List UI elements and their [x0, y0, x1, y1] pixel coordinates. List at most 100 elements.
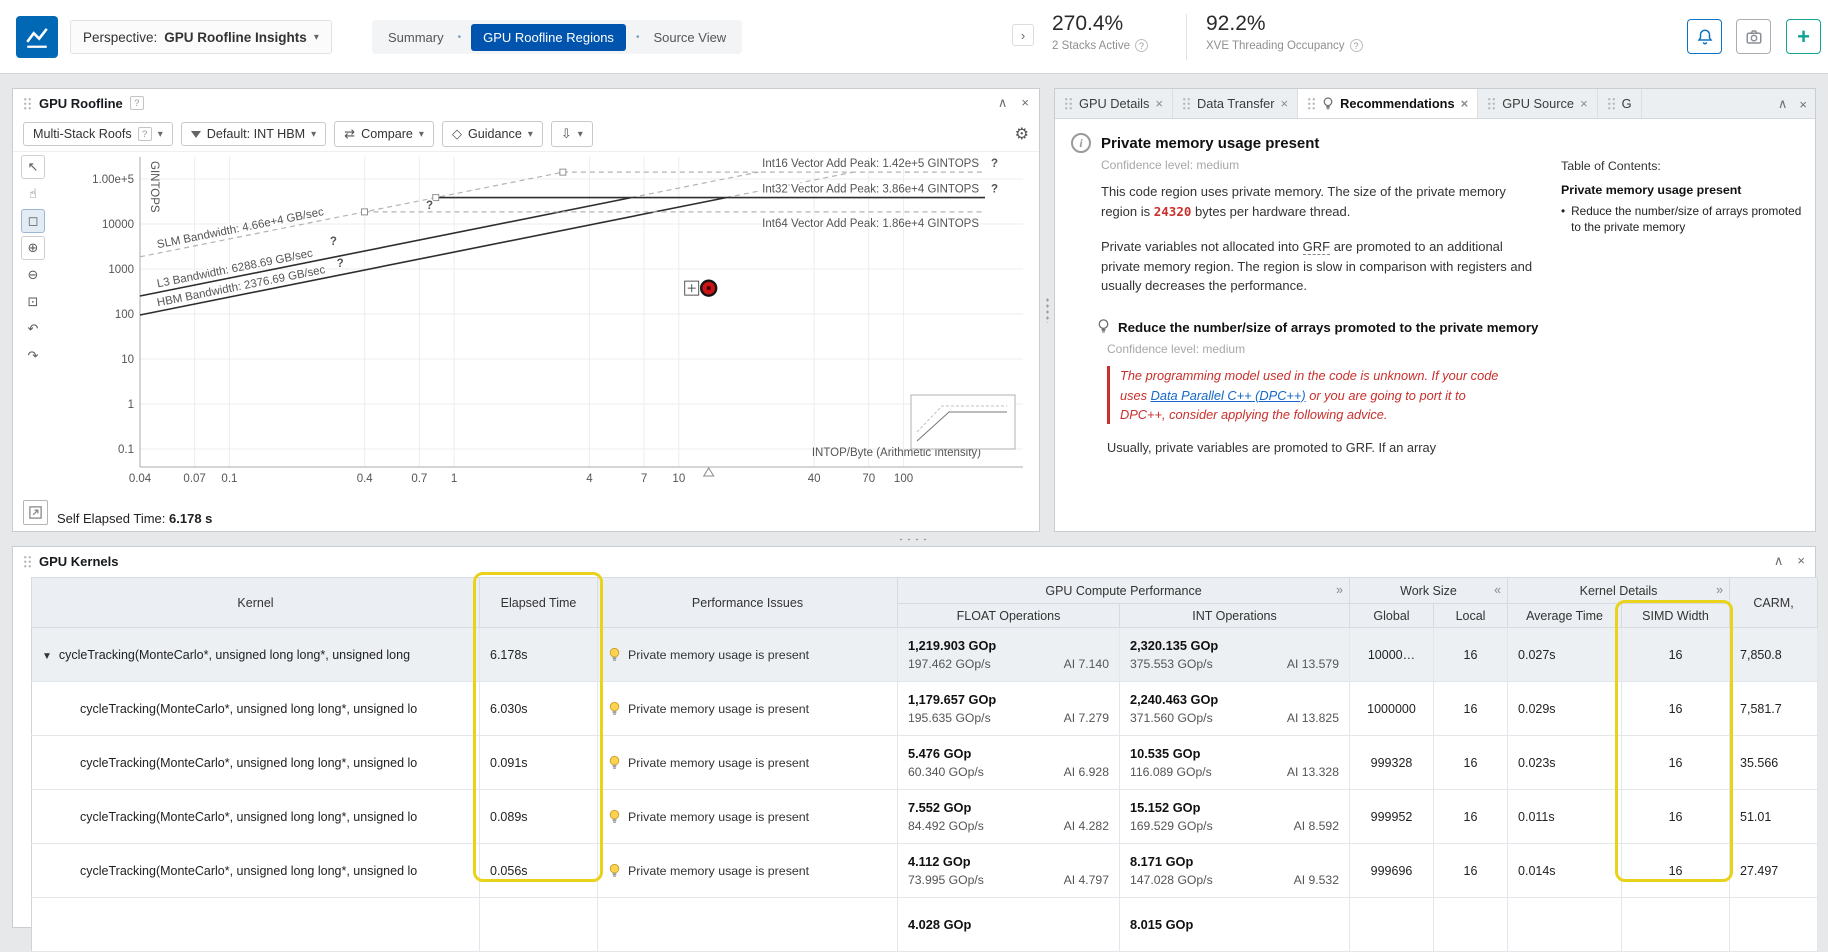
column-header-elapsed-time[interactable]: Elapsed Time — [480, 578, 598, 628]
tab-gpu-details[interactable]: GPU Details × — [1055, 89, 1173, 118]
column-header-simd-width[interactable]: SIMD Width — [1622, 604, 1730, 628]
cell-gcell[interactable]: 999328 — [1350, 736, 1434, 790]
zoom-in-icon[interactable]: ⊕ — [21, 236, 45, 260]
kernel-row[interactable]: cycleTracking(MonteCarlo*, unsigned long… — [32, 682, 1818, 736]
drag-handle-icon[interactable] — [23, 97, 32, 110]
kernel-row[interactable]: cycleTracking(MonteCarlo*, unsigned long… — [32, 844, 1818, 898]
cell-fcell[interactable]: 4.112 GOp73.995 GOp/sAI 4.797 — [898, 844, 1120, 898]
cell-lcell[interactable]: 16 — [1434, 844, 1508, 898]
help-icon[interactable]: ? — [130, 96, 144, 110]
cell-acell[interactable]: 0.023s — [1508, 736, 1622, 790]
cell-ccell[interactable]: 7,581.7 — [1730, 682, 1818, 736]
cell-ncell[interactable]: 2,320.135 GOp375.553 GOp/sAI 13.579 — [1120, 628, 1350, 682]
notifications-button[interactable] — [1687, 19, 1722, 54]
cell-gcell[interactable]: 10000… — [1350, 628, 1434, 682]
cell-gcell[interactable]: 1000000 — [1350, 682, 1434, 736]
help-icon[interactable]: ? — [1350, 39, 1363, 52]
zoom-out-icon[interactable]: ⊖ — [21, 263, 45, 287]
cell-scell[interactable]: 16 — [1622, 790, 1730, 844]
cell-fcell[interactable]: 1,179.657 GOp195.635 GOp/sAI 7.279 — [898, 682, 1120, 736]
compare-dropdown[interactable]: ⇄ Compare ▾ — [334, 121, 434, 147]
column-header-average-time[interactable]: Average Time — [1508, 604, 1622, 628]
cell-ecell[interactable] — [480, 898, 598, 952]
toc-link[interactable]: Private memory usage present — [1561, 183, 1805, 197]
column-header-int-operations[interactable]: INT Operations — [1120, 604, 1350, 628]
cell-icell[interactable]: Private memory usage is present — [598, 844, 898, 898]
kernel-row[interactable]: cycleTracking(MonteCarlo*, unsigned long… — [32, 736, 1818, 790]
cell-ccell[interactable]: 35.566 — [1730, 736, 1818, 790]
column-header-float-operations[interactable]: FLOAT Operations — [898, 604, 1120, 628]
multi-stack-roofs-dropdown[interactable]: Multi-Stack Roofs ? ▾ — [23, 122, 173, 146]
cell-lcell[interactable]: 16 — [1434, 790, 1508, 844]
cell-acell[interactable]: 0.011s — [1508, 790, 1622, 844]
cell-ccell[interactable] — [1730, 898, 1818, 952]
tab-data-transfer[interactable]: Data Transfer × — [1173, 89, 1298, 118]
kernel-row[interactable]: 4.028 GOp8.015 GOp — [32, 898, 1818, 952]
cell-ecell[interactable]: 6.030s — [480, 682, 598, 736]
cell-ccell[interactable]: 51.01 — [1730, 790, 1818, 844]
collapse-panel-icon[interactable]: ∧ — [1774, 553, 1784, 569]
cell-ncell[interactable]: 10.535 GOp116.089 GOp/sAI 13.328 — [1120, 736, 1350, 790]
column-header-kernel[interactable]: Kernel — [32, 578, 480, 628]
cell-kcell[interactable] — [32, 898, 480, 952]
close-icon[interactable]: × — [1461, 96, 1469, 111]
cell-scell[interactable]: 16 — [1622, 736, 1730, 790]
cell-scell[interactable]: 16 — [1622, 628, 1730, 682]
cell-acell[interactable]: 0.029s — [1508, 682, 1622, 736]
close-icon[interactable]: × — [1580, 96, 1588, 111]
row-expander-icon[interactable]: ▼ — [42, 651, 52, 662]
close-icon[interactable]: × — [1281, 96, 1289, 111]
snapshot-button[interactable] — [1736, 19, 1771, 54]
cell-scell[interactable]: 16 — [1622, 682, 1730, 736]
close-panel-icon[interactable]: × — [1799, 97, 1807, 112]
cell-ncell[interactable]: 8.015 GOp — [1120, 898, 1350, 952]
cell-ecell[interactable]: 0.056s — [480, 844, 598, 898]
drag-handle-icon[interactable] — [23, 555, 32, 568]
new-analysis-button[interactable]: + — [1786, 19, 1821, 54]
tab-truncated[interactable]: G — [1598, 89, 1642, 118]
tab-source-view[interactable]: Source View — [649, 24, 730, 51]
cell-ncell[interactable]: 15.152 GOp169.529 GOp/sAI 8.592 — [1120, 790, 1350, 844]
collapse-panel-icon[interactable]: ∧ — [1778, 96, 1788, 112]
cell-ncell[interactable]: 8.171 GOp147.028 GOp/sAI 9.532 — [1120, 844, 1350, 898]
column-group-work-size[interactable]: Work Size« — [1350, 578, 1508, 604]
roofs-filter-dropdown[interactable]: Default: INT HBM ▾ — [181, 122, 326, 146]
fullscreen-chart-button[interactable] — [23, 500, 48, 525]
dpcpp-link[interactable]: Data Parallel C++ (DPC++) — [1151, 388, 1306, 403]
tab-summary[interactable]: Summary — [384, 24, 448, 51]
cell-icell[interactable] — [598, 898, 898, 952]
column-header-local[interactable]: Local — [1434, 604, 1508, 628]
help-icon[interactable]: ? — [1135, 39, 1148, 52]
cell-ecell[interactable]: 0.089s — [480, 790, 598, 844]
tab-gpu-roofline-regions[interactable]: GPU Roofline Regions — [471, 24, 626, 51]
column-group-kernel-details[interactable]: Kernel Details» — [1508, 578, 1730, 604]
collapse-metrics-button[interactable]: › — [1012, 24, 1034, 46]
cell-kcell[interactable]: cycleTracking(MonteCarlo*, unsigned long… — [32, 790, 480, 844]
close-panel-icon[interactable]: × — [1797, 553, 1805, 569]
expand-group-icon[interactable]: » — [1716, 583, 1723, 597]
cell-fcell[interactable]: 1,219.903 GOp197.462 GOp/sAI 7.140 — [898, 628, 1120, 682]
export-button[interactable]: ⇩ ▾ — [551, 121, 593, 147]
perspective-selector[interactable]: Perspective: GPU Roofline Insights ▾ — [70, 20, 332, 54]
expand-group-icon[interactable]: » — [1336, 583, 1343, 597]
marquee-zoom-tool-icon[interactable]: ◻ — [21, 209, 45, 233]
column-header-carm[interactable]: CARM, — [1730, 578, 1818, 628]
cell-kcell[interactable]: cycleTracking(MonteCarlo*, unsigned long… — [32, 682, 480, 736]
cell-ccell[interactable]: 7,850.8 — [1730, 628, 1818, 682]
cell-lcell[interactable]: 16 — [1434, 628, 1508, 682]
cell-icell[interactable]: Private memory usage is present — [598, 628, 898, 682]
cell-ecell[interactable]: 0.091s — [480, 736, 598, 790]
cell-lcell[interactable]: 16 — [1434, 736, 1508, 790]
kernel-row[interactable]: ▼cycleTracking(MonteCarlo*, unsigned lon… — [32, 628, 1818, 682]
cell-lcell[interactable]: 16 — [1434, 682, 1508, 736]
grf-term-link[interactable]: GRF — [1303, 239, 1330, 255]
cell-icell[interactable]: Private memory usage is present — [598, 790, 898, 844]
cell-ccell[interactable]: 27.497 — [1730, 844, 1818, 898]
app-logo[interactable] — [16, 16, 58, 58]
redo-icon[interactable]: ↷ — [21, 344, 45, 368]
horizontal-splitter[interactable] — [0, 532, 1828, 546]
select-tool-icon[interactable]: ↖ — [21, 155, 45, 179]
cell-icell[interactable]: Private memory usage is present — [598, 736, 898, 790]
cell-acell[interactable]: 0.027s — [1508, 628, 1622, 682]
close-icon[interactable]: × — [1155, 96, 1163, 111]
